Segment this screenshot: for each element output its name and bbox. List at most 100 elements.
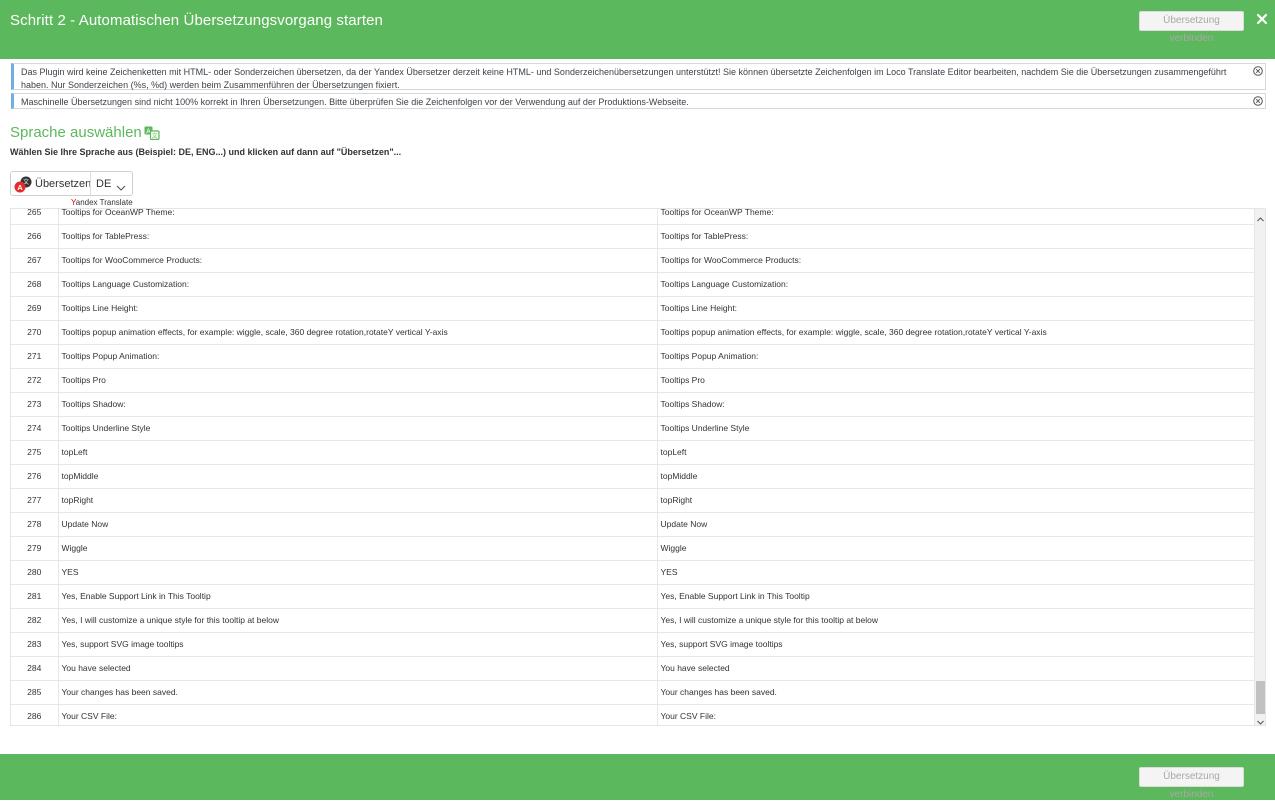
source-string: Update Now — [58, 512, 658, 537]
chevron-down-icon[interactable] — [116, 179, 126, 191]
row-number: 282 — [11, 608, 59, 633]
yandex-credit-rest: andex Translate — [75, 198, 133, 207]
merge-translation-button-top[interactable]: Übersetzung verbinden — [1139, 11, 1244, 44]
source-string: Your changes has been saved. — [58, 680, 658, 705]
row-number: 286 — [11, 704, 59, 725]
yandex-translate-icon: 文 A — [14, 176, 34, 193]
table-row: 276 topMiddle topMiddle — [11, 464, 1256, 489]
translated-string: Yes, Enable Support Link in This Tooltip — [657, 584, 1256, 609]
translated-string: Tooltips Popup Animation: — [657, 344, 1256, 369]
table-row: 272 Tooltips Pro Tooltips Pro — [11, 368, 1256, 393]
table-row: 282 Yes, I will customize a unique style … — [11, 608, 1256, 633]
source-string: Wiggle — [58, 536, 658, 561]
table-row: 277 topRight topRight — [11, 488, 1256, 513]
source-string: topLeft — [58, 440, 658, 465]
translated-string: Tooltips Shadow: — [657, 392, 1256, 417]
table-row: 280 YES YES — [11, 560, 1256, 585]
translated-string: Your CSV File: — [657, 704, 1256, 725]
merge-translation-button-bottom[interactable]: Übersetzung verbinden — [1139, 767, 1244, 800]
translated-string: Tooltips Language Customization: — [657, 272, 1256, 297]
row-number: 277 — [11, 488, 59, 513]
modal-footer: Übersetzung verbinden — [0, 754, 1275, 800]
row-number: 274 — [11, 416, 59, 441]
row-number: 281 — [11, 584, 59, 609]
yandex-translate-widget[interactable]: 文 A Übersetzen DE — [10, 171, 133, 196]
table-row: 278 Update Now Update Now — [11, 512, 1256, 537]
source-string: Tooltips Popup Animation: — [58, 344, 658, 369]
notice-text: Das Plugin wird keine Zeichenketten mit … — [21, 67, 1227, 90]
table-row: 271 Tooltips Popup Animation: Tooltips Pop… — [11, 344, 1256, 369]
source-string: topMiddle — [58, 464, 658, 489]
source-string: Tooltips Line Height: — [58, 296, 658, 321]
row-number: 271 — [11, 344, 59, 369]
row-number: 279 — [11, 536, 59, 561]
translated-string: Tooltips Underline Style — [657, 416, 1256, 441]
translated-string: Tooltips popup animation effects, for ex… — [657, 320, 1256, 345]
source-string: Yes, Enable Support Link in This Tooltip — [58, 584, 658, 609]
notice-machine-translation: Maschinelle Übersetzungen sind nicht 100… — [11, 93, 1266, 109]
close-icon[interactable] — [1254, 11, 1272, 29]
source-string: Tooltips Shadow: — [58, 392, 658, 417]
row-number: 283 — [11, 632, 59, 657]
translated-string: Your changes has been saved. — [657, 680, 1256, 705]
translated-string: topRight — [657, 488, 1256, 513]
dismiss-icon[interactable] — [1253, 96, 1263, 106]
source-string: topRight — [58, 488, 658, 513]
translated-string: topMiddle — [657, 464, 1256, 489]
row-number: 266 — [11, 224, 59, 249]
modal-title: Schritt 2 - Automatischen Übersetzungsvo… — [10, 12, 383, 29]
row-number: 272 — [11, 368, 59, 393]
section-title: Sprache auswählen — [10, 124, 142, 141]
table-row: 285 Your changes has been saved. Your chan… — [11, 680, 1256, 705]
table-row: 284 You have selected You have selected — [11, 656, 1256, 681]
translated-string: Yes, I will customize a unique style for… — [657, 608, 1256, 633]
yandex-credit: Yandex Translate — [71, 198, 133, 207]
source-string: Yes, I will customize a unique style for… — [58, 608, 658, 633]
row-number: 269 — [11, 296, 59, 321]
translated-string: YES — [657, 560, 1256, 585]
row-number: 278 — [11, 512, 59, 537]
row-number: 285 — [11, 680, 59, 705]
translated-string: Tooltips for WooCommerce Products: — [657, 248, 1256, 273]
section-description: Wählen Sie Ihre Sprache aus (Beispiel: D… — [10, 147, 402, 157]
table-row: 273 Tooltips Shadow: Tooltips Shadow: — [11, 392, 1256, 417]
scrollbar-thumb[interactable] — [1256, 681, 1265, 714]
source-string: Tooltips for WooCommerce Products: — [58, 248, 658, 273]
language-select[interactable]: DE — [96, 178, 111, 190]
translate-language-icon: A 文 — [144, 126, 160, 141]
translated-string: topLeft — [657, 440, 1256, 465]
row-number: 276 — [11, 464, 59, 489]
scroll-down-arrow-icon[interactable] — [1256, 714, 1265, 725]
translated-string: Wiggle — [657, 536, 1256, 561]
source-string: Yes, support SVG image tooltips — [58, 632, 658, 657]
dismiss-icon[interactable] — [1253, 66, 1263, 76]
table-row: 268 Tooltips Language Customization: Toolt… — [11, 272, 1256, 297]
svg-text:A: A — [17, 183, 23, 192]
table-row: 266 Tooltips for TablePress: Tooltips for … — [11, 224, 1256, 249]
source-string: Tooltips Pro — [58, 368, 658, 393]
table-row: 274 Tooltips Underline Style Tooltips Unde… — [11, 416, 1256, 441]
svg-text:文: 文 — [152, 132, 158, 140]
translated-string: Tooltips Line Height: — [657, 296, 1256, 321]
table-row: 283 Yes, support SVG image tooltips Yes, s… — [11, 632, 1256, 657]
widget-divider — [90, 172, 91, 195]
table-row: 286 Your CSV File: Your CSV File: — [11, 704, 1256, 725]
table-row: 270 Tooltips popup animation effects, for… — [11, 320, 1256, 345]
source-string: Your CSV File: — [58, 704, 658, 725]
notice-html-characters: Das Plugin wird keine Zeichenketten mit … — [11, 63, 1266, 90]
translated-string: Update Now — [657, 512, 1256, 537]
table-row: 265 Tooltips for OceanWP Theme: Tooltips f… — [11, 209, 1256, 225]
translate-button[interactable]: Übersetzen — [35, 178, 91, 190]
source-string: Tooltips Underline Style — [58, 416, 658, 441]
translated-string: Tooltips for OceanWP Theme: — [657, 209, 1256, 225]
source-string: Tooltips for OceanWP Theme: — [58, 209, 658, 225]
translated-string: Tooltips Pro — [657, 368, 1256, 393]
table-row: 267 Tooltips for WooCommerce Products: Too… — [11, 248, 1256, 273]
scroll-up-arrow-icon[interactable] — [1256, 211, 1265, 222]
row-number: 267 — [11, 248, 59, 273]
translated-string: Yes, support SVG image tooltips — [657, 632, 1256, 657]
notice-text: Maschinelle Übersetzungen sind nicht 100… — [21, 97, 689, 107]
source-string: YES — [58, 560, 658, 585]
row-number: 284 — [11, 656, 59, 681]
table-scrollbar[interactable] — [1254, 209, 1265, 725]
